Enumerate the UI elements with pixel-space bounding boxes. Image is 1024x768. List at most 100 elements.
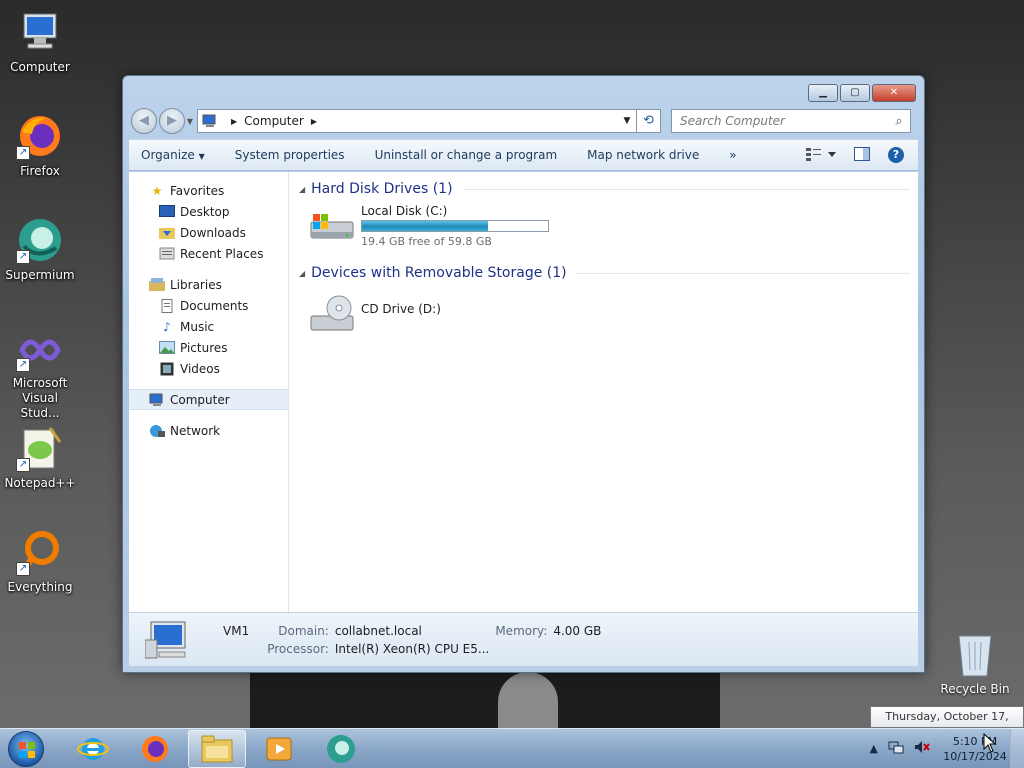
nav-item-network[interactable]: Network — [129, 420, 288, 441]
show-hidden-icons-chevron-icon[interactable]: ▲ — [870, 742, 878, 755]
group-header-hard-disk-drives[interactable]: ◢ Hard Disk Drives (1) — [299, 178, 910, 200]
navigation-pane: ★ Favorites Desktop Downloads Recent Pla… — [129, 172, 289, 612]
desktop-icon-label: Notepad++ — [4, 476, 76, 490]
forward-button[interactable]: ▶ — [159, 108, 185, 134]
taskbar-internet-explorer[interactable] — [64, 730, 122, 768]
drive-local-disk-c[interactable]: Local Disk (C:) 19.4 GB free of 59.8 GB — [299, 200, 910, 262]
collapse-triangle-icon[interactable]: ◢ — [299, 185, 305, 194]
content-area: ★ Favorites Desktop Downloads Recent Pla… — [129, 172, 918, 612]
group-title: Devices with Removable Storage (1) — [311, 265, 567, 281]
memory-value: 4.00 GB — [553, 623, 602, 638]
desktop-icon-supermium[interactable]: ↗ Supermium — [2, 216, 78, 283]
maximize-button[interactable]: ▢ — [840, 84, 870, 102]
nav-item-label: Pictures — [180, 340, 228, 355]
explorer-folder-icon — [201, 735, 233, 762]
back-button[interactable]: ◀ — [131, 108, 157, 134]
explorer-window[interactable]: ▁ ▢ ✕ ◀ ▶ ▼ ▶ Computer ▶ ▼ ⟲ Search Comp… — [122, 75, 925, 673]
supermium-icon: ↗ — [16, 216, 64, 264]
nav-item-computer[interactable]: Computer — [129, 389, 288, 410]
drive-cd-d[interactable]: CD Drive (D:) — [299, 284, 910, 346]
drive-usage-bar — [361, 220, 549, 232]
system-tray: ▲ 5:10 PM 10/17/2024 — [870, 728, 1024, 768]
nav-item-label: Downloads — [180, 225, 246, 240]
desktop-icon-firefox[interactable]: ↗ Firefox — [2, 112, 78, 179]
clock-time: 5:10 PM — [952, 734, 998, 748]
breadcrumb-arrow-icon[interactable]: ▶ — [311, 117, 317, 126]
preview-pane-icon — [854, 146, 870, 161]
firefox-icon — [142, 735, 168, 762]
minimize-button[interactable]: ▁ — [808, 84, 838, 102]
processor-value: Intel(R) Xeon(R) CPU E5... — [334, 641, 490, 656]
hard-drive-windows-icon — [307, 204, 357, 246]
taskbar-clock[interactable]: 5:10 PM 10/17/2024 — [940, 734, 1010, 764]
cd-drive-icon — [307, 294, 357, 336]
details-grid: VM1 Domain: collabnet.local Memory: 4.00… — [223, 624, 601, 656]
nav-item-documents[interactable]: Documents — [129, 295, 288, 316]
wallpaper-shape-2 — [498, 672, 558, 732]
close-button[interactable]: ✕ — [872, 84, 916, 102]
group-header-removable-storage[interactable]: ◢ Devices with Removable Storage (1) — [299, 262, 910, 284]
collapse-triangle-icon[interactable]: ◢ — [299, 269, 305, 278]
organize-label: Organize — [141, 148, 195, 162]
view-options-icon — [806, 147, 836, 161]
domain-label: Domain: — [278, 623, 329, 638]
help-icon[interactable]: ? — [888, 147, 904, 163]
command-bar: Organize ▼ System properties Uninstall o… — [129, 139, 918, 171]
group-title: Hard Disk Drives (1) — [311, 181, 453, 197]
computer-icon — [16, 8, 64, 56]
more-commands-button[interactable]: » — [729, 148, 736, 162]
desktop-icon-visual-studio[interactable]: ↗ Microsoft Visual Stud... — [2, 328, 78, 421]
desktop-icon-computer[interactable]: Computer — [2, 8, 78, 75]
computer-icon — [149, 393, 165, 407]
recent-pages-dropdown[interactable]: ▼ — [185, 117, 195, 126]
desktop-icon — [159, 204, 175, 219]
desktop-icon-everything[interactable]: ↗ Everything — [2, 528, 78, 595]
desktop-icon-label: Everything — [7, 580, 73, 594]
nav-item-libraries[interactable]: Libraries — [129, 274, 288, 295]
taskbar-file-explorer[interactable] — [188, 729, 246, 768]
drive-free-space: 19.4 GB free of 59.8 GB — [361, 235, 492, 248]
uninstall-program-button[interactable]: Uninstall or change a program — [375, 148, 558, 162]
organize-menu[interactable]: Organize ▼ — [141, 148, 205, 162]
taskbar-firefox[interactable] — [126, 730, 184, 768]
taskbar-supermium[interactable] — [312, 730, 370, 768]
desktop-icon-notepad-plus-plus[interactable]: ↗ Notepad++ — [2, 424, 78, 491]
pictures-icon — [159, 340, 175, 355]
network-icon — [149, 424, 165, 438]
start-button[interactable] — [8, 730, 44, 767]
nav-item-music[interactable]: ♪ Music — [129, 316, 288, 337]
address-bar[interactable]: ▶ Computer ▶ ▼ — [197, 109, 637, 133]
taskbar-media-player[interactable] — [250, 730, 308, 768]
nav-item-downloads[interactable]: Downloads — [129, 222, 288, 243]
recycle-bin-icon — [955, 630, 995, 678]
refresh-button[interactable]: ⟲ — [637, 109, 661, 133]
recent-places-icon — [159, 247, 175, 261]
map-network-drive-button[interactable]: Map network drive — [587, 148, 699, 162]
media-player-icon — [266, 737, 292, 760]
change-view-button[interactable] — [806, 147, 836, 164]
volume-muted-icon[interactable] — [914, 740, 930, 757]
breadcrumb-computer[interactable]: Computer — [244, 114, 304, 128]
internet-explorer-icon — [77, 737, 109, 760]
nav-item-label: Documents — [180, 298, 249, 313]
desktop-icon-label: Microsoft Visual Stud... — [12, 376, 68, 420]
preview-pane-button[interactable] — [854, 146, 870, 164]
desktop-icon-recycle-bin[interactable]: Recycle Bin — [940, 630, 1010, 696]
system-properties-button[interactable]: System properties — [235, 148, 345, 162]
search-input[interactable]: Search Computer ⌕ — [671, 109, 911, 133]
computer-name: VM1 — [223, 623, 250, 638]
nav-item-pictures[interactable]: Pictures — [129, 337, 288, 358]
address-dropdown-icon[interactable]: ▼ — [618, 116, 636, 126]
nav-item-label: Music — [180, 319, 215, 334]
network-tray-icon[interactable] — [888, 740, 904, 757]
nav-item-desktop[interactable]: Desktop — [129, 201, 288, 222]
drive-name: Local Disk (C:) — [361, 204, 448, 218]
nav-item-videos[interactable]: Videos — [129, 358, 288, 379]
show-desktop-button[interactable] — [1010, 728, 1024, 768]
nav-item-recent-places[interactable]: Recent Places — [129, 243, 288, 264]
nav-item-favorites[interactable]: ★ Favorites — [129, 180, 288, 201]
drive-usage-fill — [362, 221, 488, 231]
domain-value: collabnet.local — [334, 623, 422, 638]
search-icon[interactable]: ⌕ — [888, 114, 910, 129]
breadcrumb-arrow-icon[interactable]: ▶ — [231, 117, 237, 126]
